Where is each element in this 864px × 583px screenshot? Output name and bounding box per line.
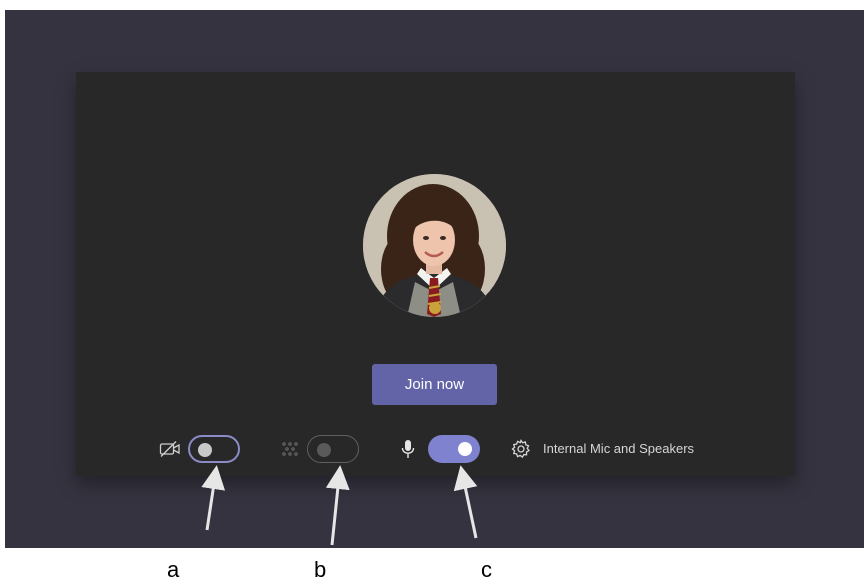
annotation-arrows	[201, 465, 478, 546]
annotation-label-c: c	[481, 557, 492, 582]
arrow-c	[453, 465, 478, 539]
arrow-a	[201, 465, 226, 531]
arrow-b	[325, 465, 350, 546]
annotation-label-b: b	[314, 557, 327, 582]
annotation-label-a: a	[167, 557, 180, 582]
